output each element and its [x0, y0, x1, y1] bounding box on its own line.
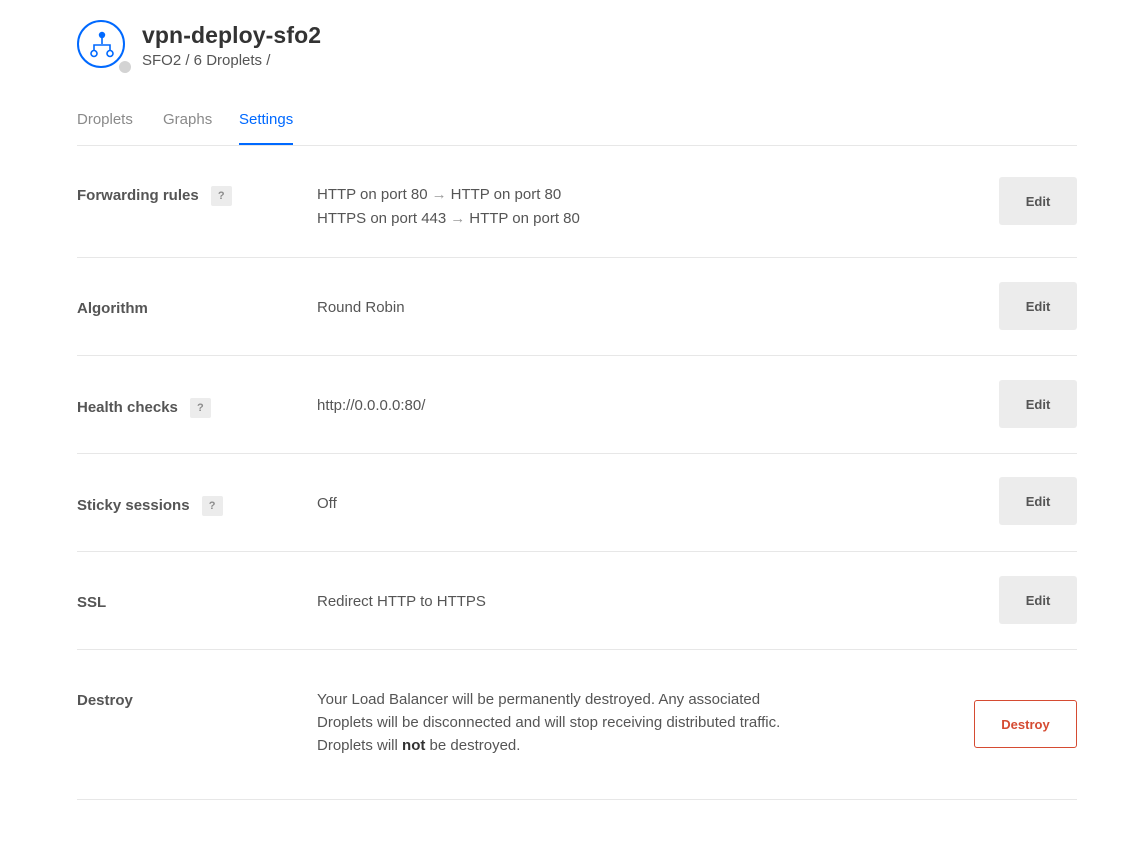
health-checks-value: http://0.0.0.0:80/ — [317, 397, 426, 414]
help-icon[interactable]: ? — [201, 496, 223, 516]
forwarding-rules-row: Forwarding rules? HTTP on port 80 → HTTP o… — [77, 146, 1077, 258]
breadcrumb: SFO2 / 6 Droplets / — [142, 52, 271, 69]
help-icon[interactable]: ? — [210, 186, 232, 206]
arrow-right-icon: → — [431, 186, 447, 203]
help-icon[interactable]: ? — [189, 398, 211, 418]
rule-from: HTTPS on port 443 — [317, 210, 447, 227]
sticky-sessions-label: Sticky sessions? — [77, 496, 223, 516]
forwarding-rule: HTTPS on port 443 → HTTP on port 80 — [317, 207, 580, 231]
edit-sticky-sessions-button[interactable]: Edit — [999, 477, 1077, 525]
tab-graphs[interactable]: Graphs — [163, 111, 212, 128]
destroy-label: Destroy — [77, 692, 133, 709]
destroy-button[interactable]: Destroy — [974, 700, 1077, 748]
status-dot — [117, 59, 133, 75]
health-checks-label-text: Health checks — [77, 399, 178, 416]
algorithm-row: Algorithm Round Robin Edit — [77, 258, 1077, 356]
arrow-right-icon: → — [450, 210, 466, 227]
ssl-label: SSL — [77, 594, 107, 611]
ssl-value: Redirect HTTP to HTTPS — [317, 593, 486, 610]
sticky-sessions-value: Off — [317, 495, 337, 512]
health-checks-label: Health checks? — [77, 398, 211, 418]
page-header: vpn-deploy-sfo2 SFO2 / 6 Droplets / — [77, 20, 1077, 75]
tab-settings[interactable]: Settings — [239, 111, 294, 145]
rule-from: HTTP on port 80 — [317, 186, 428, 203]
edit-health-checks-button[interactable]: Edit — [999, 380, 1077, 428]
edit-algorithm-button[interactable]: Edit — [999, 282, 1077, 330]
forwarding-rules-label-text: Forwarding rules — [77, 187, 199, 204]
sticky-sessions-row: Sticky sessions? Off Edit — [77, 454, 1077, 552]
destroy-warning-emphasis: not — [402, 737, 426, 754]
tab-bar: Droplets Graphs Settings — [77, 108, 1077, 146]
destroy-row: Destroy Your Load Balancer will be perma… — [77, 650, 1077, 800]
algorithm-value: Round Robin — [317, 299, 405, 316]
load-balancer-icon — [77, 20, 133, 75]
destroy-warning-part: Your Load Balancer will be permanently d… — [317, 691, 781, 754]
forwarding-rule: HTTP on port 80 → HTTP on port 80 — [317, 183, 580, 207]
forwarding-rules-label: Forwarding rules? — [77, 186, 232, 206]
page-title: vpn-deploy-sfo2 — [142, 22, 322, 48]
destroy-warning-text: Your Load Balancer will be permanently d… — [317, 688, 797, 757]
forwarding-rules-list: HTTP on port 80 → HTTP on port 80 HTTPS on… — [317, 183, 580, 231]
tab-droplets[interactable]: Droplets — [77, 111, 133, 128]
rule-to: HTTP on port 80 — [450, 186, 562, 203]
edit-ssl-button[interactable]: Edit — [999, 576, 1077, 624]
algorithm-label: Algorithm — [77, 300, 148, 317]
destroy-warning-part: be destroyed. — [425, 737, 521, 754]
sticky-sessions-label-text: Sticky sessions — [77, 497, 190, 514]
rule-to: HTTP on port 80 — [469, 210, 580, 227]
edit-forwarding-rules-button[interactable]: Edit — [999, 177, 1077, 225]
health-checks-row: Health checks? http://0.0.0.0:80/ Edit — [77, 356, 1077, 454]
page-subtitle: SFO2 / 6 Droplets / — [142, 52, 270, 69]
ssl-row: SSL Redirect HTTP to HTTPS Edit — [77, 552, 1077, 650]
